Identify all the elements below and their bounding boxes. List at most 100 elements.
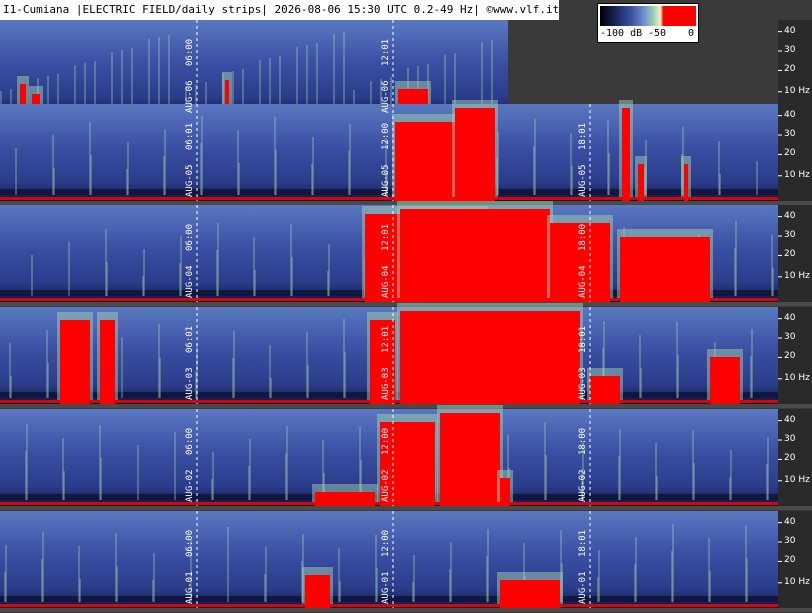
noise-streak — [142, 276, 144, 296]
frequency-label: 10 Hz — [784, 170, 810, 180]
time-label: 06:00 — [185, 223, 195, 251]
strip-separator — [0, 506, 812, 510]
day-label: AUG-05 — [578, 164, 588, 197]
time-label: 18:01 — [578, 122, 588, 150]
day-label: AUG-03 — [578, 367, 588, 400]
noise-streak — [174, 432, 176, 500]
scale-label-mid: -50 — [648, 28, 667, 39]
noise-streak — [259, 60, 261, 111]
noise-streak — [227, 527, 229, 602]
frequency-label: 10 Hz — [784, 475, 810, 485]
noise-streak — [671, 551, 673, 602]
frequency-label: 30 — [784, 230, 796, 240]
noise-streak — [237, 130, 239, 195]
noise-streak — [105, 229, 107, 296]
saturation-blob — [440, 413, 500, 506]
noise-streak — [444, 55, 446, 111]
noise-streak — [9, 343, 11, 398]
strip-aug-02 — [0, 405, 812, 510]
strip-aug-04 — [0, 201, 812, 306]
noise-streak — [316, 43, 318, 111]
time-label: 12:00 — [381, 529, 391, 557]
frequency-label: 30 — [784, 129, 796, 139]
noise-streak — [99, 425, 101, 500]
day-label: AUG-06 — [185, 80, 195, 113]
noise-streak — [412, 582, 414, 602]
noise-streak — [311, 164, 313, 195]
frequency-label: 10 Hz — [784, 86, 810, 96]
noise-streak — [729, 477, 731, 500]
day-label: AUG-02 — [185, 469, 195, 502]
time-label: 06:00 — [185, 38, 195, 66]
noise-streak — [52, 135, 54, 195]
noise-streak — [200, 143, 202, 195]
frequency-label: 40 — [784, 313, 796, 323]
noise-streak — [343, 319, 345, 398]
time-label: 12:00 — [381, 427, 391, 455]
color-scale-gradient — [600, 6, 696, 26]
noise-streak — [78, 546, 80, 602]
strip-aug-01 — [0, 511, 812, 612]
day-label: AUG-06 — [381, 80, 391, 113]
noise-streak — [111, 52, 113, 111]
noise-streak — [544, 422, 546, 500]
frequency-label: 30 — [784, 536, 796, 546]
noise-streak — [718, 141, 720, 195]
noise-streak — [676, 322, 678, 398]
noise-streak — [62, 438, 64, 500]
strip-separator — [0, 608, 812, 612]
noise-streak — [338, 548, 340, 602]
noise-streak — [89, 122, 91, 195]
frequency-label: 20 — [784, 351, 796, 361]
noise-streak — [158, 324, 160, 398]
day-label: AUG-05 — [381, 164, 391, 197]
frequency-label: 30 — [784, 45, 796, 55]
noise-streak — [216, 250, 218, 296]
frequency-label: 30 — [784, 332, 796, 342]
noise-streak — [279, 56, 281, 111]
noise-streak — [46, 330, 48, 398]
noise-streak — [163, 156, 165, 195]
saturation-blob — [500, 478, 510, 506]
noise-streak — [152, 580, 154, 602]
frequency-label: 20 — [784, 555, 796, 565]
time-label: 12:01 — [381, 223, 391, 251]
day-label: AUG-04 — [381, 265, 391, 298]
strip-baseline — [0, 604, 778, 607]
title-bar: I1-Cumiana |ELECTRIC FIELD/daily strips|… — [0, 0, 560, 20]
noise-streak — [692, 430, 694, 500]
saturation-blob — [60, 320, 90, 404]
saturation-blob — [622, 108, 630, 201]
noise-streak — [708, 538, 710, 602]
time-label: 06:00 — [185, 529, 195, 557]
noise-streak — [285, 453, 287, 500]
noise-streak — [269, 345, 271, 398]
frequency-label: 20 — [784, 64, 796, 74]
noise-streak — [449, 569, 451, 602]
noise-streak — [94, 61, 96, 111]
noise-streak — [68, 242, 70, 296]
saturation-blob — [400, 209, 550, 302]
noise-streak — [734, 248, 736, 296]
day-label: AUG-02 — [578, 469, 588, 502]
strip-aug-05 — [0, 100, 812, 205]
noise-streak — [771, 235, 773, 296]
title-text: I1-Cumiana |ELECTRIC FIELD/daily strips|… — [3, 3, 560, 16]
noise-streak — [121, 50, 123, 111]
noise-streak — [333, 34, 335, 111]
noise-streak — [306, 45, 308, 111]
time-label: 12:01 — [381, 325, 391, 353]
day-label: AUG-03 — [381, 367, 391, 400]
noise-streak — [126, 169, 128, 195]
saturation-blob — [710, 357, 740, 404]
day-label: AUG-05 — [185, 164, 195, 197]
noise-streak — [264, 574, 266, 602]
noise-streak — [84, 63, 86, 111]
noise-streak — [597, 577, 599, 602]
color-scale: -100 dB -50 0 — [597, 3, 699, 43]
time-label: 12:01 — [381, 38, 391, 66]
noise-streak — [639, 335, 641, 398]
noise-streak — [274, 117, 276, 195]
day-label: AUG-04 — [185, 265, 195, 298]
saturation-blob — [620, 237, 710, 302]
